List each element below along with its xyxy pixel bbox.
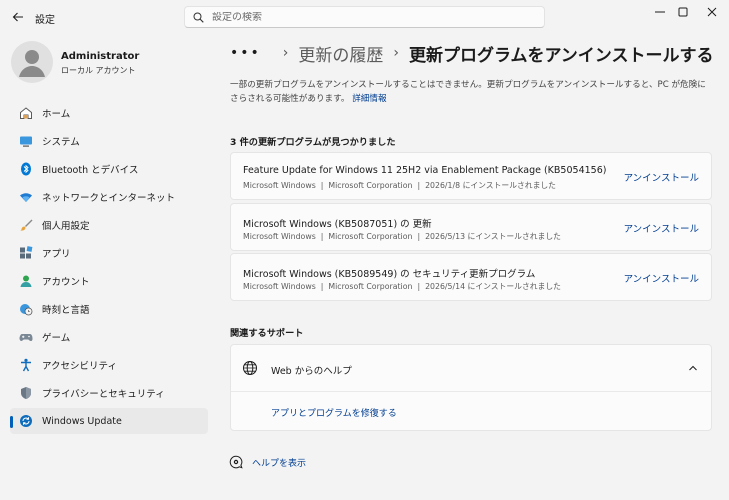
apps-icon	[18, 245, 34, 261]
help-from-web-header[interactable]: Web からのヘルプ	[231, 345, 711, 392]
update-product: Microsoft Windows	[243, 181, 316, 190]
brush-icon	[18, 217, 34, 233]
account-icon	[18, 273, 34, 289]
get-help-link[interactable]: ヘルプを表示	[252, 456, 306, 469]
update-product: Microsoft Windows	[243, 282, 316, 291]
update-meta: Microsoft Windows | Microsoft Corporation |…	[243, 231, 561, 242]
breadcrumb-more-button[interactable]: •••	[230, 45, 261, 61]
back-button[interactable]	[10, 9, 26, 25]
update-item: Microsoft Windows (KB5089549) の セキュリティ更新…	[230, 253, 712, 301]
sidebar-nav: ホーム システム Bluetooth とデバイス ネットワークとインターネット …	[10, 100, 208, 436]
sidebar-item-time-language[interactable]: 時刻と言語	[10, 296, 208, 322]
update-installed-date: 2026/5/14 にインストールされました	[425, 282, 561, 291]
separator: |	[320, 181, 324, 190]
profile-name: Administrator	[61, 51, 140, 62]
separator: |	[320, 232, 324, 241]
search-box[interactable]	[184, 6, 545, 28]
wifi-icon	[18, 189, 34, 205]
page-description: 一部の更新プログラムをアンインストールすることはできません。更新プログラムをアン…	[230, 78, 710, 106]
sidebar-item-personalization[interactable]: 個人用設定	[10, 212, 208, 238]
update-installed-date: 2026/1/8 にインストールされました	[425, 181, 556, 190]
app-title: 設定	[35, 15, 55, 26]
get-help[interactable]: ヘルプを表示	[229, 454, 306, 470]
avatar	[11, 41, 53, 83]
sidebar-item-accounts[interactable]: アカウント	[10, 268, 208, 294]
related-support-heading: 関連するサポート	[230, 328, 304, 339]
update-meta: Microsoft Windows | Microsoft Corporation |…	[243, 180, 556, 191]
sidebar-item-windows-update[interactable]: Windows Update	[10, 408, 208, 434]
sidebar-item-network[interactable]: ネットワークとインターネット	[10, 184, 208, 210]
search-icon	[193, 12, 204, 23]
shield-icon	[18, 385, 34, 401]
bluetooth-icon	[18, 161, 34, 177]
sidebar-item-label: プライバシーとセキュリティ	[42, 389, 165, 400]
sidebar-item-label: 個人用設定	[42, 221, 90, 232]
update-title: Microsoft Windows (KB5087051) の 更新	[243, 219, 432, 230]
update-publisher: Microsoft Corporation	[328, 232, 413, 241]
sidebar-item-privacy-security[interactable]: プライバシーとセキュリティ	[10, 380, 208, 406]
profile-account-type: ローカル アカウント	[61, 66, 136, 75]
sidebar-item-home[interactable]: ホーム	[10, 100, 208, 126]
chevron-right-icon: ›	[393, 45, 399, 61]
title-bar: 設定	[0, 0, 729, 34]
gamepad-icon	[18, 329, 34, 345]
sidebar-item-label: Bluetooth とデバイス	[42, 165, 139, 176]
separator: |	[417, 181, 421, 190]
breadcrumb-parent-link[interactable]: 更新の履歴	[298, 41, 383, 66]
sidebar-item-label: システム	[42, 137, 80, 148]
update-title: Feature Update for Windows 11 25H2 via E…	[243, 165, 607, 176]
user-icon	[19, 50, 45, 77]
sidebar-item-label: ネットワークとインターネット	[42, 193, 176, 204]
sidebar-item-label: ホーム	[42, 109, 71, 120]
arrow-left-icon	[12, 12, 23, 22]
sidebar-item-gaming[interactable]: ゲーム	[10, 324, 208, 350]
accessibility-icon	[18, 357, 34, 373]
help-from-web-panel: Web からのヘルプ アプリとプログラムを修復する	[230, 344, 712, 431]
sidebar-item-bluetooth[interactable]: Bluetooth とデバイス	[10, 156, 208, 182]
update-meta: Microsoft Windows | Microsoft Corporation |…	[243, 281, 561, 292]
uninstall-button[interactable]: アンインストール	[624, 271, 699, 285]
help-icon	[229, 455, 243, 469]
maximize-icon	[678, 7, 688, 17]
update-installed-date: 2026/5/13 にインストールされました	[425, 232, 561, 241]
chevron-right-icon: ›	[282, 45, 289, 61]
chevron-up-icon[interactable]	[687, 362, 699, 374]
help-from-web-title: Web からのヘルプ	[271, 366, 352, 377]
separator: |	[417, 282, 421, 291]
updates-count-label: 3 件の更新プログラムが見つかりました	[230, 137, 396, 148]
sidebar-item-label: ゲーム	[42, 333, 71, 344]
update-publisher: Microsoft Corporation	[328, 282, 413, 291]
update-title: Microsoft Windows (KB5089549) の セキュリティ更新…	[243, 269, 536, 280]
update-item: Feature Update for Windows 11 25H2 via E…	[230, 152, 712, 200]
breadcrumb: ••• › 更新の履歴 › 更新プログラムをアンインストールする	[230, 40, 713, 66]
update-item: Microsoft Windows (KB5087051) の 更新 Micro…	[230, 203, 712, 251]
repair-apps-link[interactable]: アプリとプログラムを修復する	[271, 406, 397, 419]
close-icon	[707, 7, 717, 17]
search-input[interactable]	[212, 11, 512, 23]
user-profile[interactable]: Administrator ローカル アカウント	[11, 41, 211, 83]
uninstall-button[interactable]: アンインストール	[624, 221, 699, 235]
separator: |	[320, 282, 324, 291]
description-text: 一部の更新プログラムをアンインストールすることはできません。更新プログラムをアン…	[230, 80, 706, 104]
learn-more-link[interactable]: 詳細情報	[352, 94, 386, 104]
page-title: 更新プログラムをアンインストールする	[409, 45, 714, 66]
sidebar-item-apps[interactable]: アプリ	[10, 240, 208, 266]
sidebar-item-label: 時刻と言語	[42, 305, 90, 316]
windows-update-icon	[18, 413, 34, 429]
close-button[interactable]	[689, 0, 729, 24]
update-publisher: Microsoft Corporation	[328, 181, 413, 190]
globe-icon	[243, 361, 257, 375]
uninstall-button[interactable]: アンインストール	[624, 170, 699, 184]
home-icon	[18, 105, 34, 121]
sidebar-item-system[interactable]: システム	[10, 128, 208, 154]
clock-globe-icon	[18, 301, 34, 317]
sidebar-item-label: アカウント	[42, 277, 90, 288]
update-product: Microsoft Windows	[243, 232, 316, 241]
system-icon	[18, 133, 34, 149]
sidebar-item-label: アクセシビリティ	[42, 361, 117, 372]
separator: |	[417, 232, 421, 241]
sidebar-item-label: アプリ	[42, 249, 71, 260]
sidebar-item-label: Windows Update	[42, 415, 122, 427]
sidebar-item-accessibility[interactable]: アクセシビリティ	[10, 352, 208, 378]
